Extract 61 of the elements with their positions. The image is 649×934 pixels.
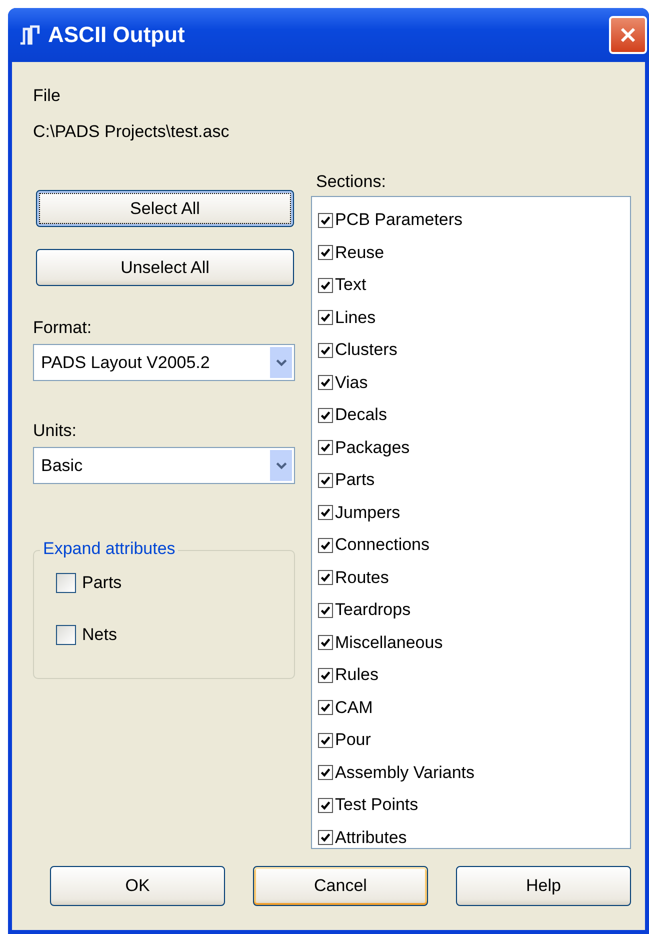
section-item[interactable]: Attributes — [335, 828, 407, 848]
format-label: Format: — [33, 318, 93, 338]
checkbox[interactable] — [318, 440, 333, 456]
section-item[interactable]: Routes — [335, 568, 389, 588]
file-label: File — [33, 86, 62, 106]
checkbox[interactable] — [318, 798, 333, 813]
dialog-button[interactable]: Help — [456, 866, 631, 906]
window-title: ASCII Output — [48, 22, 186, 48]
close-icon — [618, 25, 638, 45]
section-item[interactable]: Decals — [335, 405, 387, 426]
checkbox[interactable] — [318, 342, 333, 358]
section-item[interactable]: Rules — [335, 665, 378, 686]
checkbox[interactable] — [318, 830, 333, 846]
section-item[interactable]: Connections — [335, 535, 430, 556]
checkbox[interactable] — [318, 700, 333, 716]
select-button[interactable]: Unselect All — [36, 249, 294, 286]
checkbox-label: Nets — [82, 625, 117, 645]
checkbox[interactable] — [318, 212, 333, 228]
section-item[interactable]: CAM — [335, 698, 373, 718]
section-item[interactable]: Pour — [335, 730, 371, 750]
section-item[interactable]: Test Points — [335, 795, 418, 816]
close-button[interactable] — [609, 16, 647, 54]
checkbox[interactable] — [318, 732, 333, 748]
checkbox[interactable] — [318, 570, 333, 586]
checkbox[interactable] — [56, 625, 76, 645]
checkbox[interactable] — [318, 278, 333, 293]
section-item[interactable]: Lines — [335, 308, 376, 328]
checkbox[interactable] — [318, 602, 333, 618]
section-item[interactable]: Clusters — [335, 340, 398, 360]
dialog-button[interactable]: Cancel — [253, 866, 428, 906]
checkbox-label: Parts — [82, 573, 122, 593]
app-icon — [18, 23, 42, 47]
section-item[interactable]: Miscellaneous — [335, 632, 443, 653]
dialog-button[interactable]: OK — [50, 866, 225, 906]
checkbox[interactable] — [318, 472, 333, 488]
section-item[interactable]: Packages — [335, 438, 410, 458]
checkbox[interactable] — [318, 310, 333, 326]
section-item[interactable]: Jumpers — [335, 502, 400, 523]
checkbox[interactable] — [318, 765, 333, 780]
group-title: Expand attributes — [40, 539, 178, 559]
sections-label: Sections: — [316, 172, 387, 192]
checkbox[interactable] — [318, 408, 333, 423]
checkbox[interactable] — [56, 573, 76, 593]
checkbox[interactable] — [318, 505, 333, 520]
section-item[interactable]: Assembly Variants — [335, 762, 475, 783]
checkbox[interactable] — [318, 538, 333, 553]
section-item[interactable]: Teardrops — [335, 600, 411, 620]
units-dropdown[interactable]: Basic — [33, 447, 295, 484]
checkbox[interactable] — [318, 245, 333, 260]
checkbox[interactable] — [318, 375, 333, 390]
section-item[interactable]: Text — [335, 275, 366, 296]
file-path: C:\PADS Projects\test.asc — [33, 122, 230, 142]
checkbox[interactable] — [318, 668, 333, 683]
checkbox[interactable] — [318, 635, 333, 650]
format-dropdown[interactable]: PADS Layout V2005.2 — [33, 344, 295, 381]
section-item[interactable]: PCB Parameters — [335, 210, 463, 230]
select-button[interactable]: Select All — [36, 190, 294, 227]
section-item[interactable]: Reuse — [335, 242, 384, 263]
units-label: Units: — [33, 421, 78, 441]
section-item[interactable]: Parts — [335, 470, 375, 490]
section-item[interactable]: Vias — [335, 372, 368, 393]
